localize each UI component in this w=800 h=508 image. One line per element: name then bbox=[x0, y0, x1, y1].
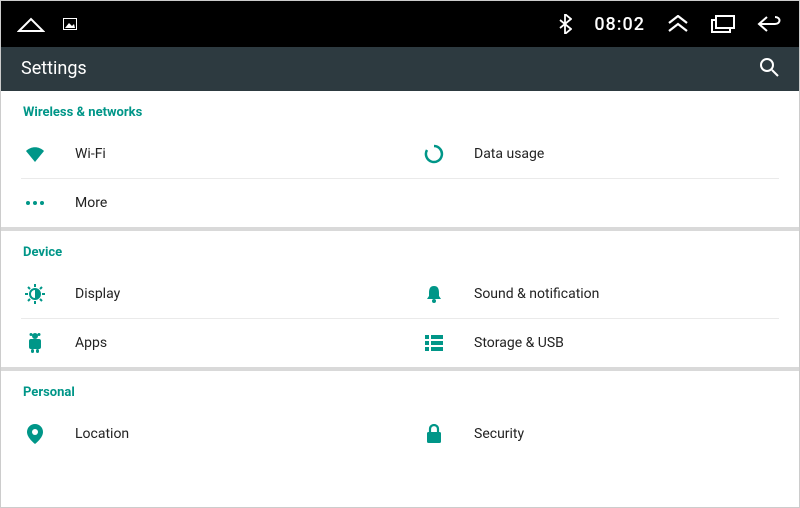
status-bar: 08:02 bbox=[1, 1, 799, 47]
data-usage-icon bbox=[422, 142, 446, 166]
item-label: Storage & USB bbox=[474, 335, 564, 351]
item-label: Apps bbox=[75, 335, 107, 351]
item-label: Security bbox=[474, 426, 524, 442]
apps-icon bbox=[23, 331, 47, 355]
settings-content: Wireless & networks Wi-Fi Data usage Mor… bbox=[1, 91, 799, 458]
item-label: Display bbox=[75, 286, 120, 302]
page-title: Settings bbox=[21, 58, 87, 79]
section-header-device: Device bbox=[1, 231, 799, 270]
item-label: Sound & notification bbox=[474, 286, 599, 302]
item-label: Data usage bbox=[474, 146, 544, 162]
display-icon bbox=[23, 282, 47, 306]
bell-icon bbox=[422, 282, 446, 306]
item-label: Wi-Fi bbox=[75, 146, 106, 162]
item-wifi[interactable]: Wi-Fi bbox=[1, 130, 400, 178]
bluetooth-icon bbox=[558, 14, 572, 34]
section-header-personal: Personal bbox=[1, 371, 799, 410]
item-data-usage[interactable]: Data usage bbox=[400, 130, 799, 178]
item-storage[interactable]: Storage & USB bbox=[400, 319, 799, 367]
storage-icon bbox=[422, 331, 446, 355]
item-display[interactable]: Display bbox=[1, 270, 400, 318]
wifi-icon bbox=[23, 142, 47, 166]
item-apps[interactable]: Apps bbox=[1, 319, 400, 367]
picture-icon bbox=[63, 18, 77, 30]
item-label: More bbox=[75, 195, 107, 211]
expand-up-icon[interactable] bbox=[667, 15, 689, 33]
settings-titlebar: Settings bbox=[1, 47, 799, 91]
lock-icon bbox=[422, 422, 446, 446]
location-icon bbox=[23, 422, 47, 446]
section-header-wireless: Wireless & networks bbox=[1, 91, 799, 130]
item-label: Location bbox=[75, 426, 129, 442]
home-icon[interactable] bbox=[17, 15, 45, 33]
clock-time: 08:02 bbox=[594, 14, 645, 35]
more-icon bbox=[23, 191, 47, 215]
search-icon[interactable] bbox=[759, 57, 779, 81]
item-more[interactable]: More bbox=[1, 179, 400, 227]
recent-apps-icon[interactable] bbox=[711, 15, 735, 33]
back-icon[interactable] bbox=[757, 15, 783, 33]
item-security[interactable]: Security bbox=[400, 410, 799, 458]
item-sound[interactable]: Sound & notification bbox=[400, 270, 799, 318]
item-location[interactable]: Location bbox=[1, 410, 400, 458]
